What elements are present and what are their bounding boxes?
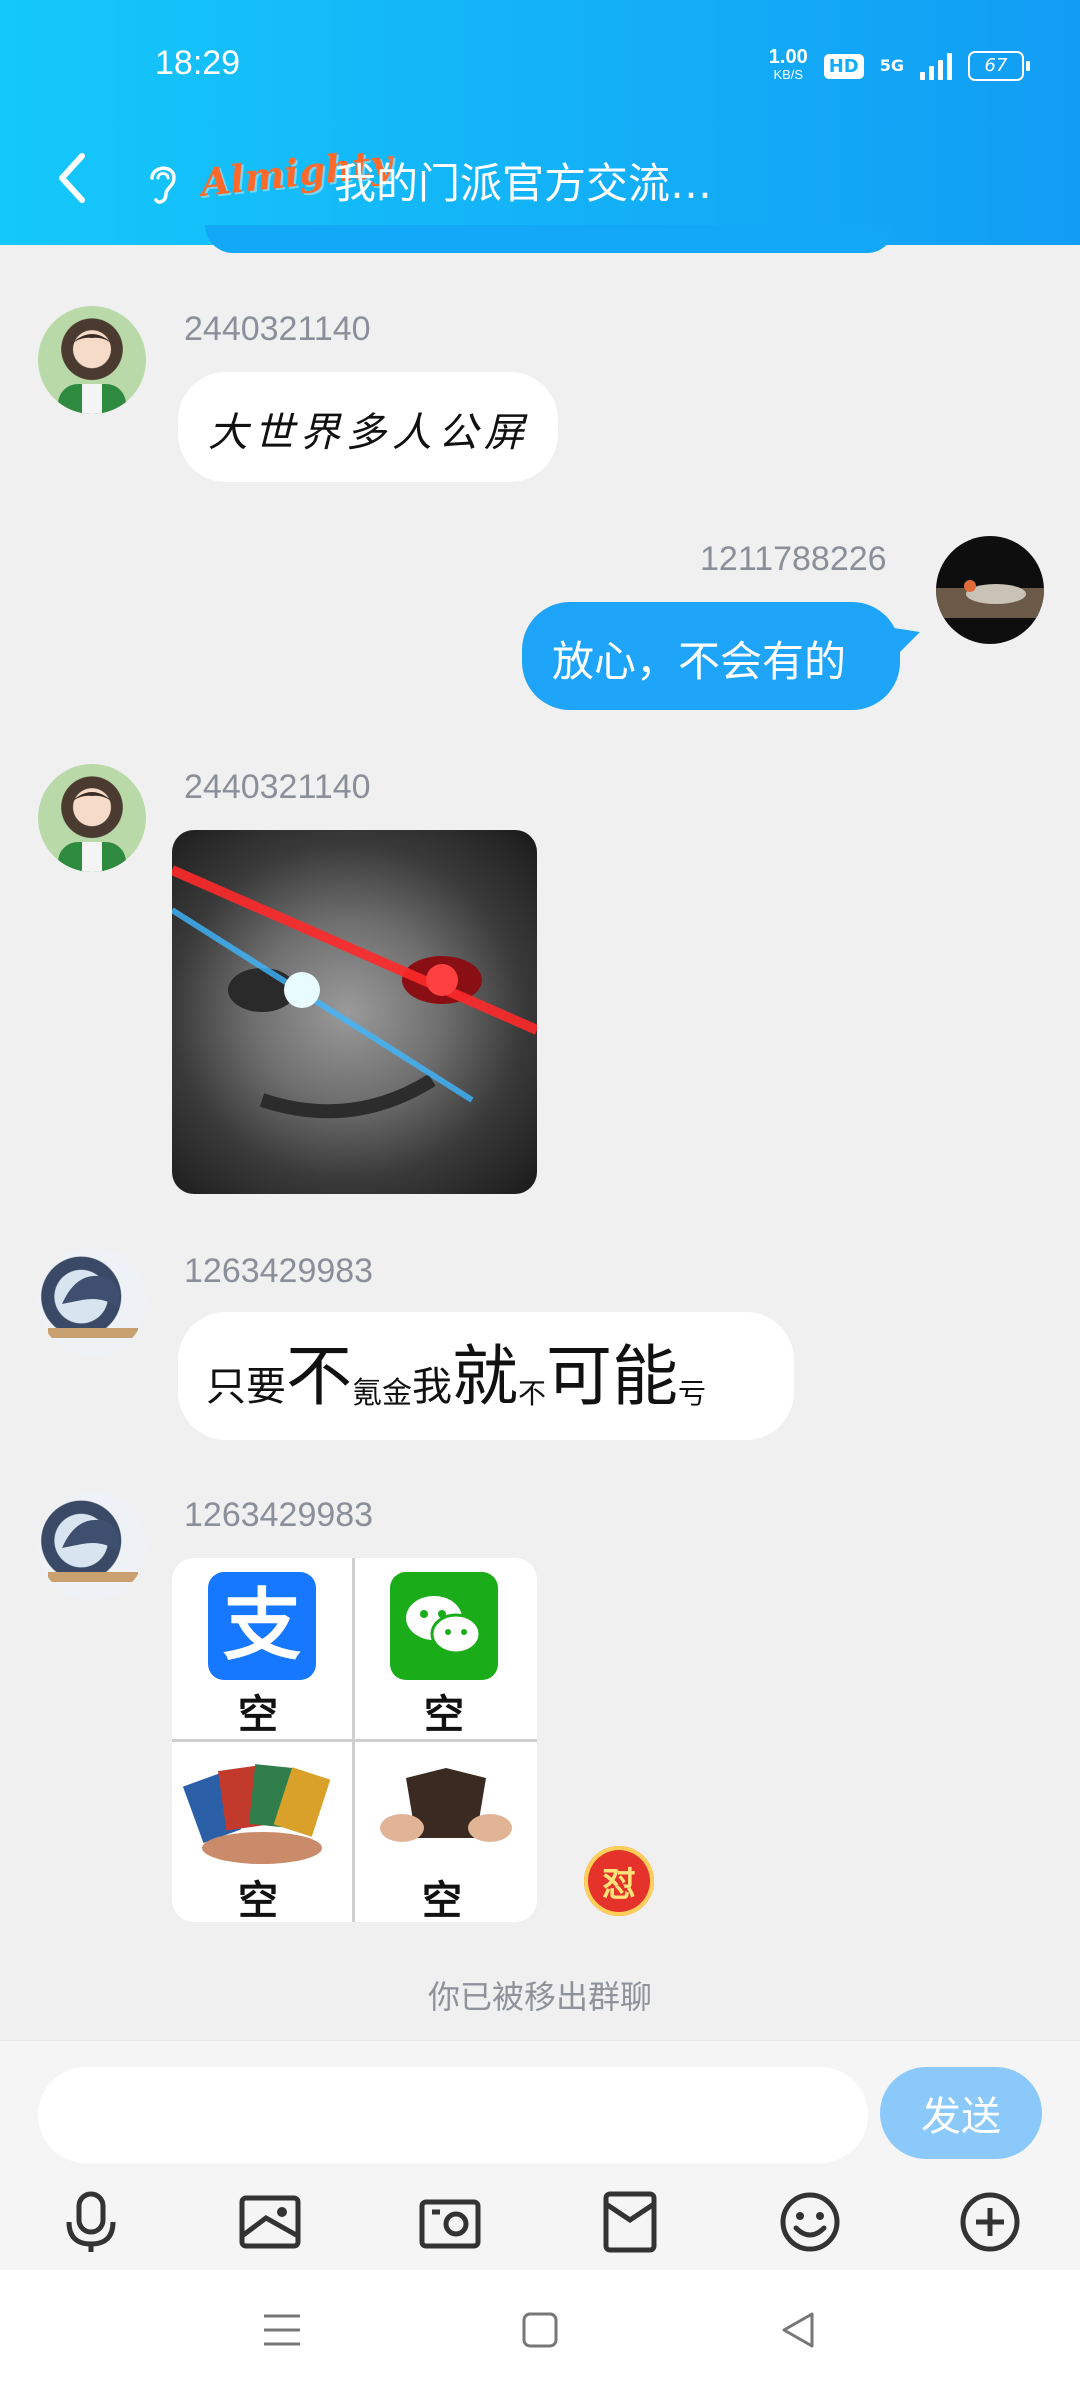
avatar-self[interactable] — [936, 536, 1044, 644]
avatar[interactable] — [38, 1492, 146, 1600]
camera-button[interactable] — [415, 2187, 485, 2257]
back-nav-button[interactable] — [778, 2310, 818, 2354]
bubble-tail — [894, 628, 920, 658]
avatar[interactable] — [38, 764, 146, 872]
system-notice: 你已被移出群聊 — [427, 1978, 652, 2016]
signal-icon — [920, 52, 952, 80]
message-bubble[interactable]: 只要 不 氪金 我 就 不 可能 亏 — [178, 1312, 794, 1440]
red-packet-button[interactable] — [595, 2187, 665, 2257]
image-icon — [239, 2195, 301, 2249]
chat-header: 18:29 1.00 KB/S HD 5G 67 Almighty 我的门派官方交… — [0, 0, 1080, 253]
input-bar: 发送 — [0, 2040, 1080, 2271]
battery-icon: 67 — [968, 51, 1030, 81]
alipay-icon: 支 — [208, 1572, 316, 1680]
avatar[interactable] — [38, 306, 146, 414]
wechat-icon — [390, 1572, 498, 1680]
back-button[interactable] — [52, 148, 92, 208]
message-text: 大世界多人公屏 — [208, 410, 530, 456]
sender-name: 1211788226 — [700, 540, 887, 578]
message-text: 放心，不会有的 — [552, 637, 847, 686]
photo-button[interactable] — [235, 2187, 305, 2257]
menu-icon — [264, 2314, 300, 2346]
plus-circle-icon — [960, 2192, 1020, 2252]
sticker-image[interactable]: 支 空 空 空 空 — [172, 1558, 537, 1922]
message-bubble[interactable]: 大世界多人公屏 — [178, 372, 558, 482]
status-time: 18:29 — [155, 44, 241, 82]
sticker-image[interactable] — [172, 830, 537, 1194]
message-input[interactable] — [38, 2067, 868, 2163]
earpiece-mode-icon[interactable] — [144, 160, 180, 212]
sender-name: 1263429983 — [184, 1496, 374, 1534]
cards-image — [182, 1748, 342, 1866]
net-speed: 1.00 KB/S — [768, 46, 808, 82]
sender-name: 2440321140 — [184, 768, 371, 806]
emoji-button[interactable] — [775, 2187, 845, 2257]
sender-name: 2440321140 — [184, 310, 371, 348]
voice-button[interactable] — [56, 2187, 126, 2257]
send-button[interactable]: 发送 — [880, 2067, 1042, 2159]
home-nav-button[interactable] — [520, 2310, 560, 2354]
red-packet-icon — [603, 2191, 657, 2253]
square-icon — [522, 2312, 558, 2348]
smiley-icon — [780, 2192, 840, 2252]
sender-name: 1263429983 — [184, 1252, 374, 1290]
camera-icon — [419, 2199, 481, 2249]
microphone-icon — [66, 2191, 116, 2252]
reaction-badge[interactable]: 怼 — [584, 1846, 654, 1916]
status-icons: 1.00 KB/S HD 5G 67 — [768, 46, 1030, 84]
menu-nav-button[interactable] — [262, 2310, 302, 2354]
chevron-left-icon — [59, 153, 85, 203]
message-text: 只要 不 氪金 我 就 不 可能 亏 — [206, 1338, 707, 1415]
more-button[interactable] — [955, 2187, 1025, 2257]
wallet-image — [366, 1748, 526, 1866]
network-type: 5G — [879, 56, 904, 75]
triangle-back-icon — [782, 2312, 814, 2348]
hd-icon: HD — [823, 53, 864, 79]
system-nav-bar — [0, 2270, 1080, 2400]
avatar[interactable] — [38, 1248, 146, 1356]
pinned-banner[interactable] — [205, 225, 895, 253]
group-title[interactable]: 我的门派官方交流… — [334, 150, 712, 211]
message-bubble-self[interactable]: 放心，不会有的 — [522, 602, 900, 710]
